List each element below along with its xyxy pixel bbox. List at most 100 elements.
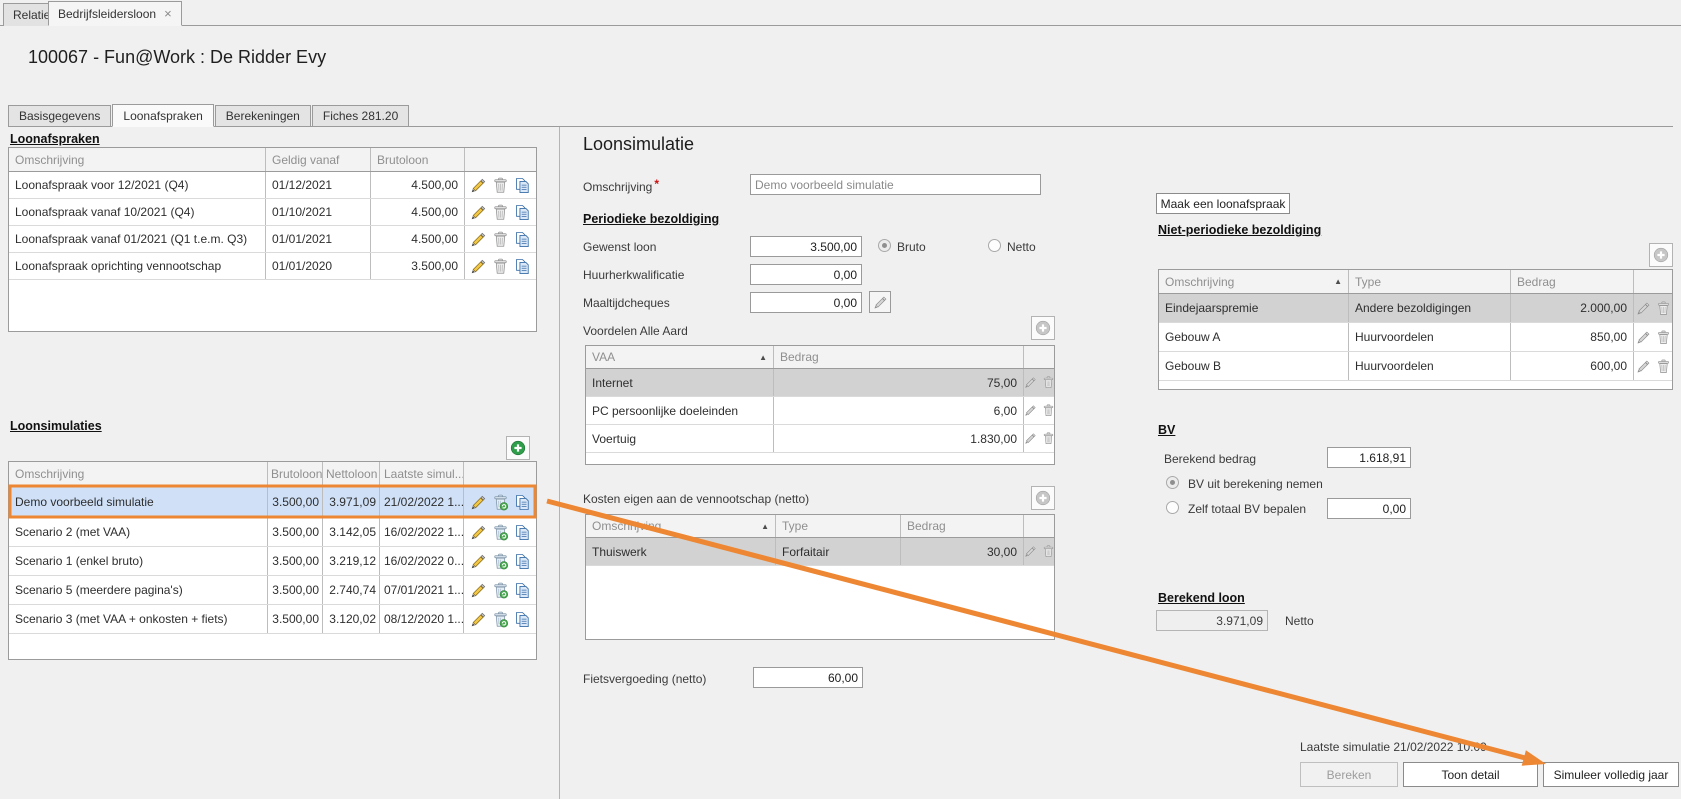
tab-loonafspraken[interactable]: Loonafspraken (112, 104, 213, 127)
add-niet-periodiek-button[interactable] (1649, 243, 1673, 267)
edit-icon[interactable] (470, 611, 487, 628)
edit-icon[interactable] (470, 524, 487, 541)
delete-icon[interactable] (1042, 432, 1055, 445)
copy-icon[interactable] (514, 494, 531, 511)
edit-icon[interactable] (470, 494, 487, 511)
copy-icon[interactable] (514, 582, 531, 599)
column-header[interactable]: Laatste simul... (380, 462, 464, 486)
loonsimulatie-row[interactable]: Scenario 5 (meerdere pagina's) 3.500,00 … (9, 576, 536, 605)
loonafspraak-row[interactable]: Loonafspraak voor 12/2021 (Q4) 01/12/202… (9, 172, 536, 199)
delete-icon[interactable] (492, 204, 509, 221)
column-header[interactable]: Brutoloon (268, 462, 323, 486)
column-header-sorted[interactable]: Omschrijving▲ (586, 515, 776, 537)
omschrijving-input[interactable] (750, 174, 1041, 195)
delete-icon[interactable] (492, 231, 509, 248)
copy-icon[interactable] (514, 231, 531, 248)
add-vaa-button[interactable] (1031, 316, 1055, 340)
edit-icon[interactable] (470, 553, 487, 570)
toon-detail-button[interactable]: Toon detail (1403, 762, 1538, 787)
delete-icon[interactable] (1042, 404, 1055, 417)
copy-icon[interactable] (514, 553, 531, 570)
zelf-totaal-bv-radio[interactable] (1166, 501, 1179, 514)
edit-icon[interactable] (1024, 404, 1037, 417)
vaa-row[interactable]: PC persoonlijke doeleinden 6,00 (586, 397, 1054, 425)
edit-icon[interactable] (1024, 376, 1037, 389)
gewenst-loon-input[interactable] (750, 236, 862, 257)
copy-icon[interactable] (514, 611, 531, 628)
delete-icon[interactable] (1042, 545, 1055, 558)
loonsimulatie-row[interactable]: Scenario 1 (enkel bruto) 3.500,00 3.219,… (9, 547, 536, 576)
edit-icon[interactable] (470, 231, 487, 248)
edit-icon[interactable] (470, 582, 487, 599)
loonafspraak-row[interactable]: Loonafspraak vanaf 01/2021 (Q1 t.e.m. Q3… (9, 226, 536, 253)
zelf-totaal-bv-input[interactable] (1327, 498, 1411, 519)
edit-icon[interactable] (1024, 432, 1037, 445)
delete-icon[interactable] (1656, 330, 1671, 345)
vaa-row-selected[interactable]: Internet 75,00 (586, 369, 1054, 397)
delete-restore-icon[interactable] (492, 553, 509, 570)
maak-loonafspraak-button[interactable]: Maak een loonafspraak (1156, 193, 1290, 214)
edit-icon[interactable] (1636, 301, 1651, 316)
tab-fiches-281-20[interactable]: Fiches 281.20 (312, 105, 409, 126)
tab-berekeningen[interactable]: Berekeningen (215, 105, 311, 126)
bereken-button[interactable]: Bereken (1300, 762, 1398, 787)
loonsimulatie-row[interactable]: Scenario 3 (met VAA + onkosten + fiets) … (9, 605, 536, 634)
bruto-radio[interactable] (878, 239, 891, 252)
copy-icon[interactable] (514, 177, 531, 194)
kosten-row-selected[interactable]: Thuiswerk Forfaitair 30,00 (586, 538, 1054, 566)
tab-basisgegevens[interactable]: Basisgegevens (8, 105, 111, 126)
plus-icon (510, 440, 526, 456)
loonsimulatie-row[interactable]: Scenario 2 (met VAA) 3.500,00 3.142,05 1… (9, 518, 536, 547)
edit-icon[interactable] (470, 177, 487, 194)
column-header[interactable]: Type (776, 515, 901, 537)
edit-icon[interactable] (1024, 545, 1037, 558)
delete-icon[interactable] (1656, 359, 1671, 374)
column-header[interactable]: Geldig vanaf (266, 148, 371, 171)
netto-radio[interactable] (988, 239, 1001, 252)
copy-icon[interactable] (514, 524, 531, 541)
niet-periodiek-row-selected[interactable]: Eindejaarspremie Andere bezoldigingen 2.… (1159, 294, 1672, 323)
loonsimulaties-heading: Loonsimulaties (10, 419, 102, 433)
column-header[interactable]: Bedrag (1511, 270, 1634, 293)
delete-icon[interactable] (492, 177, 509, 194)
column-header[interactable]: Bedrag (774, 346, 1024, 368)
edit-maaltijdcheques-button[interactable] (869, 291, 891, 313)
delete-restore-icon[interactable] (492, 582, 509, 599)
simuleer-volledig-jaar-button[interactable]: Simuleer volledig jaar (1543, 762, 1679, 787)
loonafspraak-row[interactable]: Loonafspraak vanaf 10/2021 (Q4) 01/10/20… (9, 199, 536, 226)
add-kosten-button[interactable] (1031, 486, 1055, 510)
delete-restore-icon[interactable] (492, 524, 509, 541)
delete-restore-icon[interactable] (492, 494, 509, 511)
niet-periodiek-row[interactable]: Gebouw B Huurvoordelen 600,00 (1159, 352, 1672, 381)
delete-icon[interactable] (492, 258, 509, 275)
column-header[interactable]: Type (1349, 270, 1511, 293)
maaltijdcheques-input[interactable] (750, 292, 862, 313)
add-loonsimulatie-button[interactable] (506, 436, 530, 460)
column-header-sorted[interactable]: VAA▲ (586, 346, 774, 368)
berekend-bedrag-input[interactable] (1327, 447, 1411, 468)
column-header[interactable]: Nettoloon (323, 462, 380, 486)
loonsimulatie-row-selected[interactable]: Demo voorbeeld simulatie 3.500,00 3.971,… (9, 487, 536, 518)
column-header-sorted[interactable]: Omschrijving▲ (1159, 270, 1349, 293)
close-tab-icon[interactable]: × (164, 8, 172, 19)
delete-restore-icon[interactable] (492, 611, 509, 628)
column-header[interactable]: Brutoloon (371, 148, 465, 171)
huurherkwalificatie-input[interactable] (750, 264, 862, 285)
delete-icon[interactable] (1656, 301, 1671, 316)
column-header[interactable]: Omschrijving (9, 462, 268, 486)
niet-periodiek-row[interactable]: Gebouw A Huurvoordelen 850,00 (1159, 323, 1672, 352)
column-header[interactable]: Omschrijving (9, 148, 266, 171)
vaa-row[interactable]: Voertuig 1.830,00 (586, 425, 1054, 453)
edit-icon[interactable] (1636, 359, 1651, 374)
edit-icon[interactable] (470, 258, 487, 275)
copy-icon[interactable] (514, 258, 531, 275)
column-header[interactable]: Bedrag (901, 515, 1024, 537)
edit-icon[interactable] (470, 204, 487, 221)
tab-bedrijfsleidersloon[interactable]: Bedrijfsleidersloon × (48, 1, 182, 26)
fietsvergoeding-input[interactable] (753, 667, 863, 688)
copy-icon[interactable] (514, 204, 531, 221)
edit-icon[interactable] (1636, 330, 1651, 345)
bv-uit-berekening-radio[interactable] (1166, 476, 1179, 489)
delete-icon[interactable] (1042, 376, 1055, 389)
loonafspraak-row[interactable]: Loonafspraak oprichting vennootschap 01/… (9, 253, 536, 280)
